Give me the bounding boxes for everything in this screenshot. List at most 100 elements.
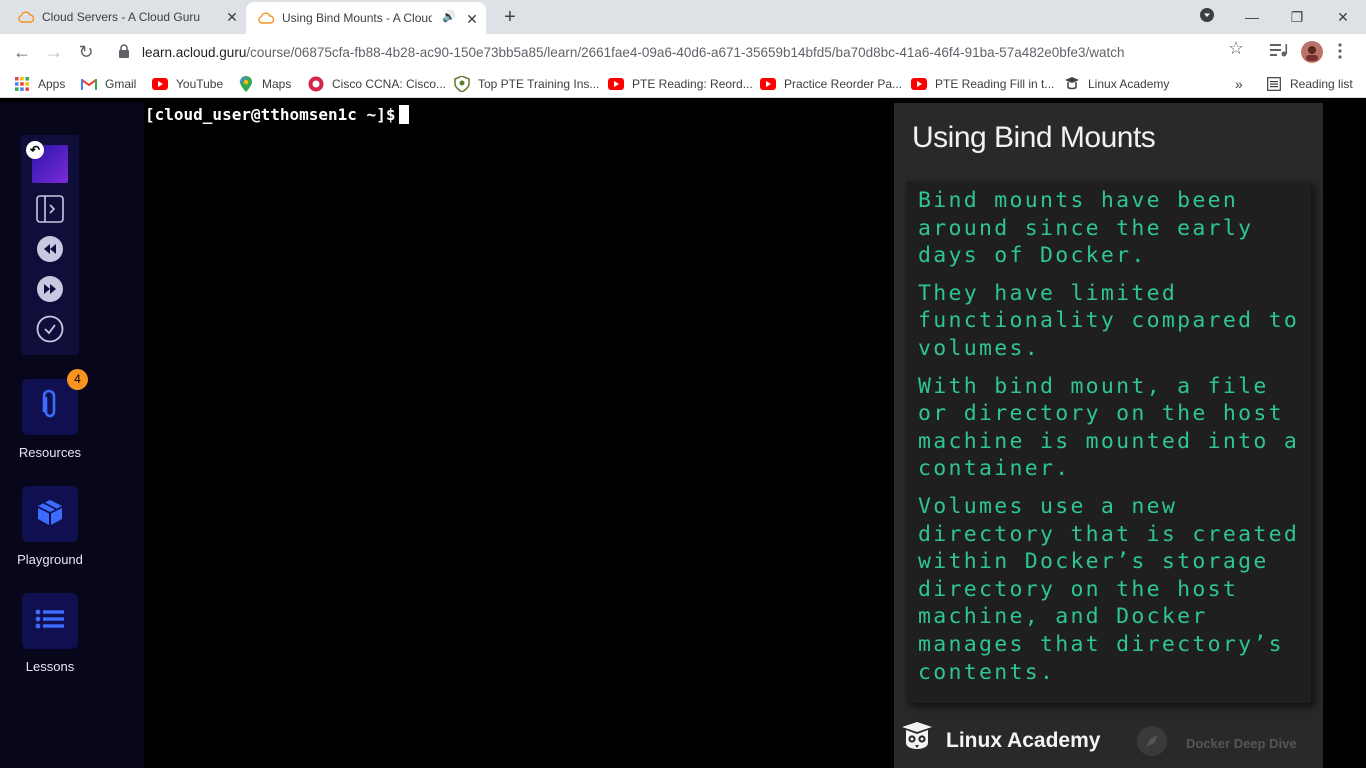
playground-label[interactable]: Playground <box>0 552 100 567</box>
acloudguru-favicon-icon <box>258 10 274 26</box>
list-icon <box>35 609 65 634</box>
next-lesson-icon[interactable] <box>36 275 64 303</box>
bookmark-practice-reorder[interactable]: Practice Reorder Pa... <box>760 75 902 93</box>
profile-avatar[interactable] <box>1301 41 1323 63</box>
tab-strip: Cloud Servers - A Cloud Guru ✕ Using Bin… <box>0 0 1366 34</box>
url-text[interactable]: learn.acloud.guru/course/06875cfa-fb88-4… <box>142 45 1125 60</box>
acloudguru-favicon-icon <box>18 9 34 25</box>
resources-count-badge: 4 <box>67 369 88 390</box>
tab-close-icon[interactable]: ✕ <box>224 9 240 25</box>
course-name-label: Docker Deep Dive <box>1186 736 1297 751</box>
toggle-panel-icon[interactable] <box>36 195 64 223</box>
bookmark-label: Linux Academy <box>1088 77 1170 91</box>
bookmarks-bar: Apps Gmail YouTube Maps Cisco CCNA: Cisc… <box>0 70 1366 98</box>
slide-title: Using Bind Mounts <box>912 121 1156 154</box>
bookmark-linux-academy[interactable]: Linux Academy <box>1064 75 1169 93</box>
lesson-slide: Using Bind Mounts Bind mounts have been … <box>894 103 1323 768</box>
slide-paragraph: With bind mount, a file or directory on … <box>918 373 1300 482</box>
course-thumbnail[interactable]: ↶ <box>26 141 68 183</box>
terminal-prompt: [cloud_user@tthomsen1c ~]$ <box>145 105 410 124</box>
bookmark-label: Gmail <box>105 77 137 91</box>
terminal-cursor <box>399 105 410 124</box>
slide-footer: Linux Academy Docker Deep Dive <box>894 713 1323 768</box>
youtube-icon <box>608 76 624 92</box>
compass-icon <box>1136 725 1168 762</box>
resources-label[interactable]: Resources <box>0 445 100 460</box>
slide-paragraph: They have limited functionality compared… <box>918 280 1300 361</box>
lessons-label[interactable]: Lessons <box>0 659 100 674</box>
paperclip-icon <box>40 389 60 426</box>
bookmark-label: Top PTE Training Ins... <box>478 77 600 91</box>
previous-lesson-icon[interactable] <box>36 235 64 263</box>
bookmark-label: Apps <box>38 77 66 91</box>
cube-icon <box>35 498 65 531</box>
lock-icon[interactable] <box>118 44 130 63</box>
media-control-icon[interactable] <box>1270 42 1292 64</box>
bookmark-label: Practice Reorder Pa... <box>784 77 903 91</box>
cisco-icon <box>308 76 324 92</box>
bookmark-label: PTE Reading: Reord... <box>632 77 753 91</box>
slide-text: Bind mounts have been around since the e… <box>918 187 1310 696</box>
brand-label: Linux Academy <box>946 728 1101 752</box>
player-controls: ↶ <box>21 135 79 355</box>
bookmark-pte-fill[interactable]: PTE Reading Fill in t... <box>911 75 1054 93</box>
linux-academy-logo: Linux Academy <box>900 721 1100 760</box>
right-margin <box>1323 103 1366 768</box>
bookmark-apps[interactable]: Apps <box>14 75 65 93</box>
reading-list-icon <box>1266 76 1282 92</box>
maps-icon <box>238 76 254 92</box>
bookmark-label: Cisco CCNA: Cisco... <box>332 77 447 91</box>
linux-academy-icon <box>1064 76 1080 92</box>
back-to-course-icon[interactable]: ↶ <box>26 141 44 159</box>
course-sidebar: ↶ 4 Resources Playground Lessons <box>0 103 144 768</box>
url-path: /course/06875cfa-fb88-4b28-ac90-150e73bb… <box>246 45 1125 60</box>
reload-icon[interactable]: ↻ <box>74 40 98 64</box>
bookmark-label: PTE Reading Fill in t... <box>935 77 1055 91</box>
slide-paragraph: Bind mounts have been around since the e… <box>918 188 1254 269</box>
more-bookmarks-button[interactable]: » <box>1235 75 1243 93</box>
pte-icon <box>454 76 470 92</box>
tab-using-bind-mounts[interactable]: Using Bind Mounts - A Cloud Guru 🔊 ✕ <box>246 2 486 34</box>
slide-content-box: Bind mounts have been around since the e… <box>906 181 1311 703</box>
bookmark-gmail[interactable]: Gmail <box>81 75 136 93</box>
minimize-icon[interactable]: — <box>1238 4 1266 30</box>
bookmark-maps[interactable]: Maps <box>238 75 291 93</box>
tab-title: Cloud Servers - A Cloud Guru <box>42 10 201 24</box>
youtube-icon <box>760 76 776 92</box>
browser-toolbar: ← → ↻ learn.acloud.guru/course/06875cfa-… <box>0 34 1366 70</box>
bookmark-star-icon[interactable]: ☆ <box>1228 38 1244 59</box>
bookmark-label: Maps <box>262 77 292 91</box>
bookmark-label: YouTube <box>176 77 224 91</box>
owl-icon <box>900 721 934 760</box>
youtube-icon <box>152 76 168 92</box>
bookmark-top-pte[interactable]: Top PTE Training Ins... <box>454 75 599 93</box>
playground-button[interactable] <box>22 486 78 542</box>
address-bar[interactable]: learn.acloud.guru/course/06875cfa-fb88-4… <box>110 38 1260 66</box>
bookmark-youtube[interactable]: YouTube <box>152 75 223 93</box>
apps-grid-icon <box>14 76 30 92</box>
forward-arrow-icon[interactable]: → <box>42 40 66 64</box>
bookmark-pte-reading-reorder[interactable]: PTE Reading: Reord... <box>608 75 753 93</box>
new-tab-button[interactable]: + <box>498 5 522 29</box>
mark-complete-icon[interactable] <box>36 315 64 343</box>
lessons-button[interactable] <box>22 593 78 649</box>
reading-list-label: Reading list <box>1290 77 1353 91</box>
audio-playing-icon[interactable]: 🔊 <box>442 10 456 23</box>
docker-deep-dive-logo: Docker Deep Dive <box>1136 725 1297 762</box>
reading-list-button[interactable]: Reading list <box>1266 75 1353 93</box>
profile-menu-icon[interactable] <box>1193 4 1221 30</box>
chrome-menu-icon[interactable] <box>1338 43 1360 65</box>
tab-close-icon[interactable]: ✕ <box>464 11 480 27</box>
slide-paragraph: Volumes use a new directory that is crea… <box>918 493 1300 685</box>
youtube-icon <box>911 76 927 92</box>
gmail-icon <box>81 76 97 92</box>
back-arrow-icon[interactable]: ← <box>10 40 34 64</box>
close-window-icon[interactable]: ✕ <box>1329 4 1357 30</box>
tab-cloud-servers[interactable]: Cloud Servers - A Cloud Guru ✕ <box>0 0 246 34</box>
url-host: learn.acloud.guru <box>142 45 247 60</box>
prompt-text: [cloud_user@tthomsen1c ~]$ <box>145 105 396 124</box>
tab-title: Using Bind Mounts - A Cloud Guru <box>282 11 432 25</box>
video-terminal[interactable]: [cloud_user@tthomsen1c ~]$ <box>144 103 894 768</box>
restore-icon[interactable]: ❐ <box>1283 4 1311 30</box>
bookmark-cisco-ccna[interactable]: Cisco CCNA: Cisco... <box>308 75 446 93</box>
